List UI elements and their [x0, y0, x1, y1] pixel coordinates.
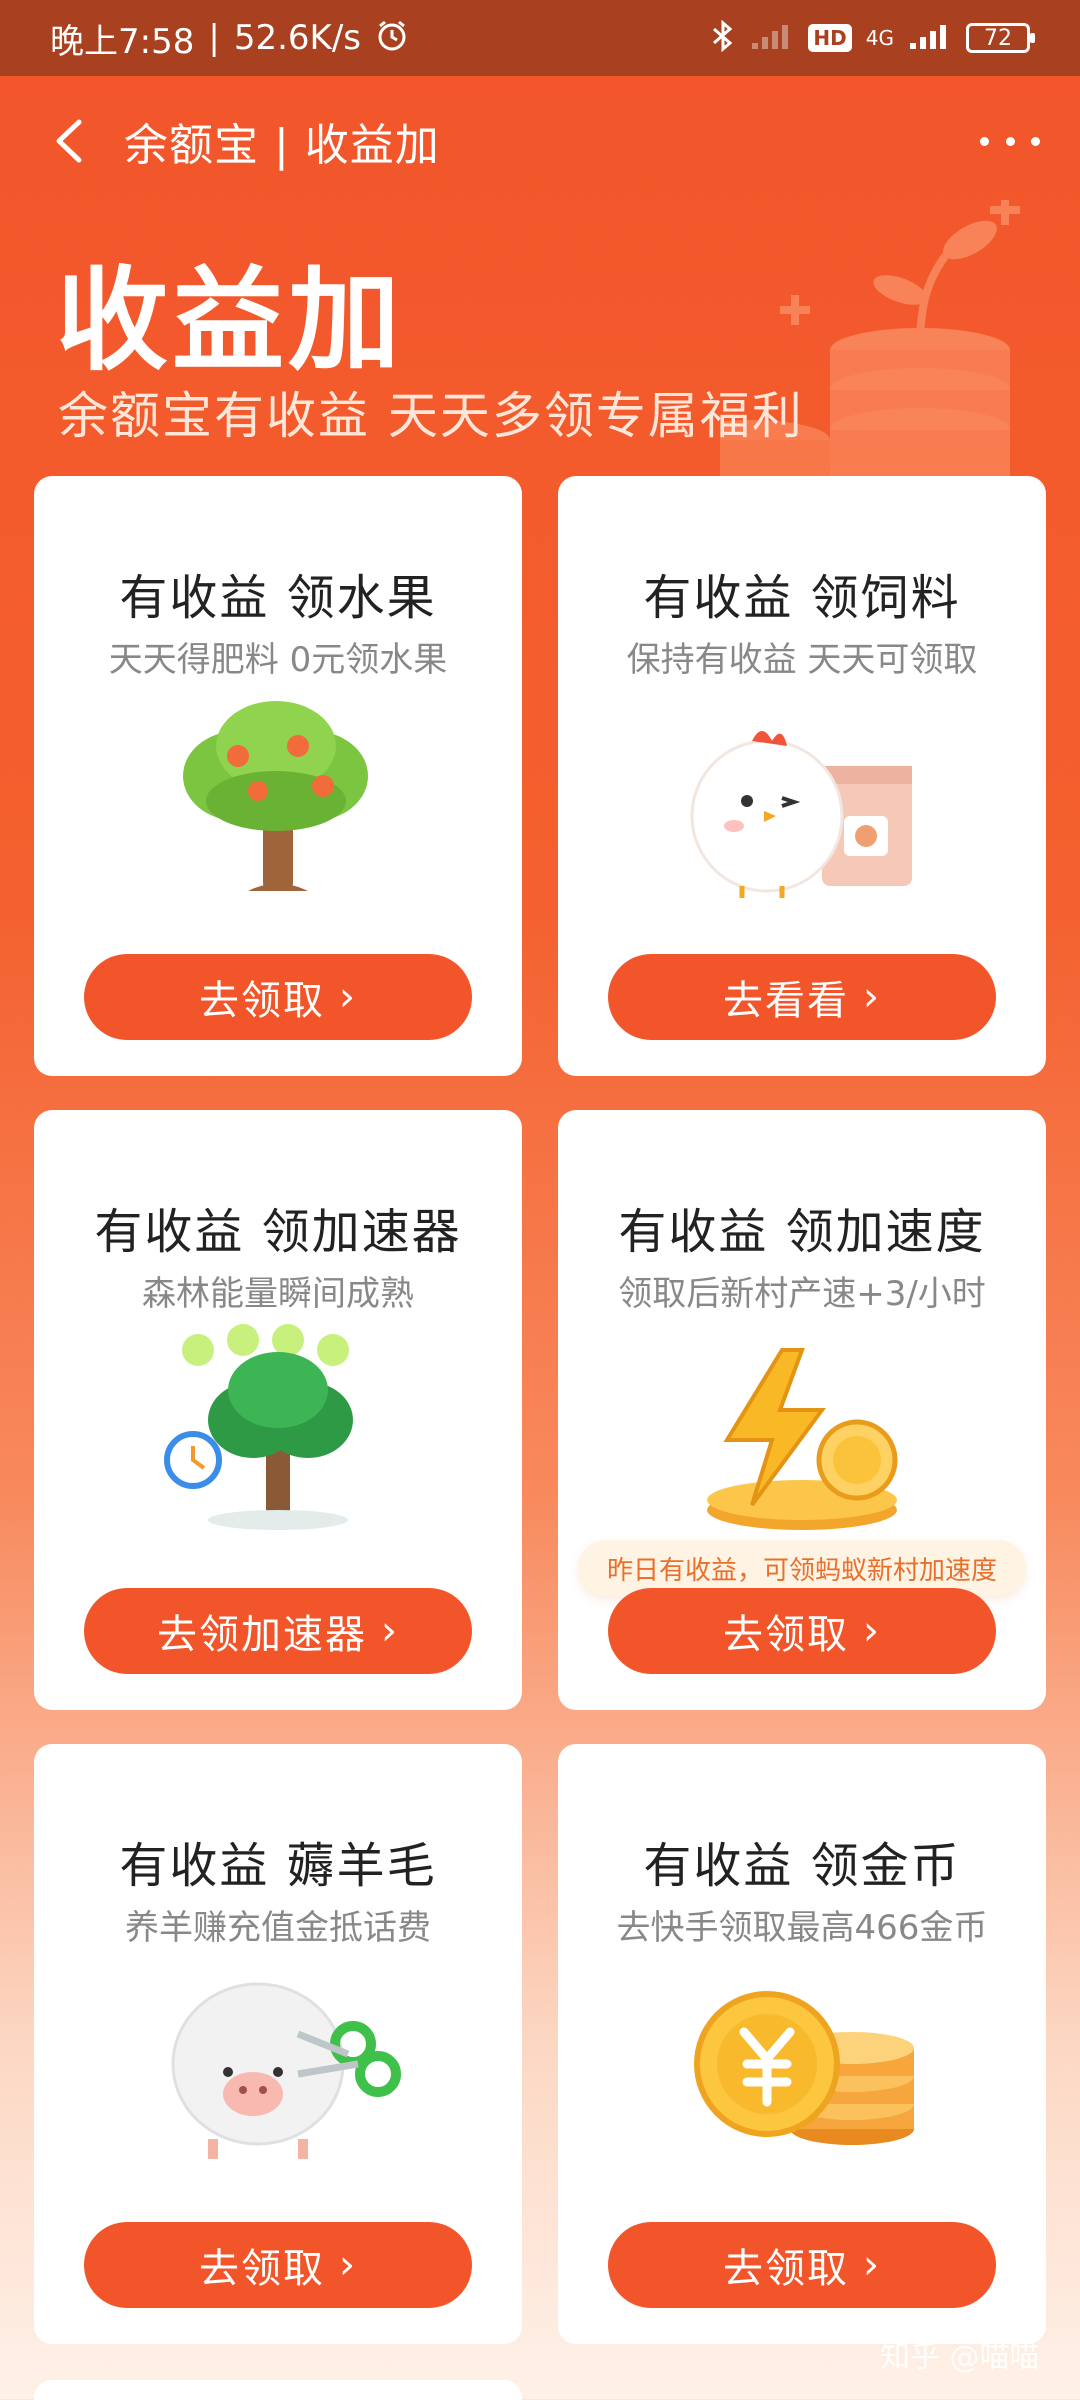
card-title: 有收益 领加速器	[94, 1204, 462, 1260]
chevron-left-icon[interactable]	[24, 96, 114, 186]
status-speed: 52.6K/s	[233, 18, 361, 58]
card-subtitle: 去快手领取最高466金币	[616, 1908, 988, 1948]
hero-subtitle: 余额宝有收益 天天多领专属福利	[58, 387, 804, 445]
chick-feed-icon	[690, 731, 912, 898]
next-card-partial	[34, 2380, 522, 2400]
signal-icon	[908, 21, 952, 56]
status-time: 晚上7:58	[50, 21, 195, 62]
claim-fruit-button[interactable]: 去领取 ›	[84, 954, 472, 1040]
card-feed[interactable]: 有收益 领饲料 保持有收益 天天可领取 去看看 ›	[558, 476, 1046, 1076]
card-title: 有收益 领饲料	[643, 570, 961, 626]
claim-accelerator-button[interactable]: 去领加速器 ›	[84, 1588, 472, 1674]
hero-title: 收益加	[56, 256, 404, 386]
watermark: 知乎 @喵喵	[880, 2340, 1040, 2375]
chevron-right-icon: ›	[339, 2242, 357, 2288]
nav-title: 余额宝 | 收益加	[124, 120, 440, 171]
card-title: 有收益 领金币	[643, 1838, 961, 1894]
card-fruit[interactable]: 有收益 领水果 天天得肥料 0元领水果 去领取 ›	[34, 476, 522, 1076]
claim-speed-button[interactable]: 去领取 ›	[608, 1588, 996, 1674]
claim-sheep-button[interactable]: 去领取 ›	[84, 2222, 472, 2308]
status-left: 晚上7:58 | 52.6K/s	[50, 14, 409, 63]
bluetooth-icon	[710, 19, 736, 58]
more-dots-icon[interactable]	[980, 116, 1040, 166]
forest-accelerator-icon	[164, 1324, 353, 1530]
card-subtitle: 领取后新村产速+3/小时	[618, 1274, 986, 1314]
chevron-right-icon: ›	[863, 974, 881, 1020]
chevron-right-icon: ›	[863, 2242, 881, 2288]
chevron-right-icon: ›	[381, 1608, 399, 1654]
gold-coins-icon	[694, 1991, 914, 2145]
card-subtitle: 保持有收益 天天可领取	[626, 640, 978, 680]
alarm-icon	[375, 19, 409, 58]
card-accelerator[interactable]: 有收益 领加速器 森林能量瞬间成熟 去领加速器 ›	[34, 1110, 522, 1710]
claim-coins-button[interactable]: 去领取 ›	[608, 2222, 996, 2308]
nav-bar: 余额宝 | 收益加	[0, 76, 1080, 206]
network-type: 4G	[865, 26, 894, 50]
card-coins[interactable]: 有收益 领金币 去快手领取最高466金币 去领取 ›	[558, 1744, 1046, 2344]
chevron-right-icon: ›	[339, 974, 357, 1020]
hd-badge: HD	[808, 24, 852, 52]
card-title: 有收益 薅羊毛	[119, 1838, 437, 1894]
status-right: HD 4G 72	[710, 19, 1035, 58]
status-bar: 晚上7:58 | 52.6K/s HD 4G 72	[0, 0, 1080, 76]
card-speed[interactable]: 有收益 领加速度 领取后新村产速+3/小时 昨日有收益，可领蚂蚁新村加速度 去领…	[558, 1110, 1046, 1710]
chevron-right-icon: ›	[863, 1608, 881, 1654]
battery-level: 72	[984, 25, 1012, 51]
sheep-icon	[171, 1982, 401, 2159]
lightning-coin-icon	[707, 1348, 898, 1530]
card-title: 有收益 领加速度	[618, 1204, 986, 1260]
card-subtitle: 养羊赚充值金抵话费	[125, 1908, 431, 1948]
fruit-tree-icon	[183, 701, 368, 891]
card-subtitle: 天天得肥料 0元领水果	[108, 640, 448, 680]
card-sheep[interactable]: 有收益 薅羊毛 养羊赚充值金抵话费 去领取 ›	[34, 1744, 522, 2344]
signal-weak-icon	[750, 21, 794, 56]
card-title: 有收益 领水果	[119, 570, 437, 626]
card-subtitle: 森林能量瞬间成熟	[142, 1274, 414, 1314]
view-feed-button[interactable]: 去看看 ›	[608, 954, 996, 1040]
battery-icon: 72	[966, 23, 1035, 53]
